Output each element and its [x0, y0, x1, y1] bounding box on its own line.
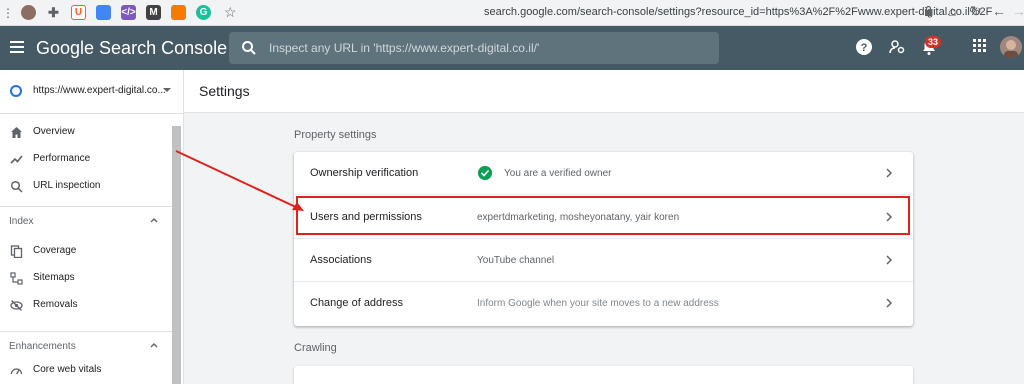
row-label: Associations: [310, 254, 372, 266]
address-bar[interactable]: search.google.com/search-console/setting…: [484, 6, 992, 18]
settings-row-associations[interactable]: Associations YouTube channel: [294, 239, 913, 282]
manage-accounts-icon[interactable]: [889, 39, 905, 55]
page-title: Settings: [199, 83, 250, 99]
extension-icon-code[interactable]: </>: [121, 5, 136, 20]
sidebar-item-overview[interactable]: Overview: [0, 119, 172, 146]
section-label: Enhancements: [9, 341, 76, 352]
home-icon[interactable]: ⌂: [948, 3, 956, 19]
section-label: Index: [9, 216, 34, 227]
sidebar-item-label: Core web vitals: [33, 364, 102, 375]
row-label: Ownership verification: [310, 167, 419, 179]
reload-icon[interactable]: ↻: [970, 3, 982, 20]
copy-icon: [10, 245, 23, 258]
sidebar-item-label: Performance: [33, 153, 91, 164]
enhancements-section-header[interactable]: Enhancements: [0, 331, 172, 357]
sidebar: https://www.expert-digital.co... Overvie…: [0, 70, 184, 384]
chevron-right-icon: [886, 255, 893, 265]
crawling-card: [294, 366, 913, 384]
grammarly-extension-icon[interactable]: G: [196, 5, 211, 20]
property-icon: [10, 85, 22, 97]
trending-up-icon: [10, 155, 23, 164]
property-settings-heading: Property settings: [294, 129, 377, 141]
svg-text:?: ?: [861, 42, 868, 54]
page-header: Settings: [184, 70, 1024, 113]
app-title[interactable]: Google Search Console: [36, 38, 227, 59]
apps-grid-icon[interactable]: [973, 39, 987, 53]
check-circle-icon: [478, 166, 492, 180]
help-icon[interactable]: ?: [856, 39, 872, 55]
chevron-down-icon: [163, 88, 171, 92]
visibility-off-icon: [10, 300, 23, 311]
bookmark-star-icon[interactable]: ☆: [224, 4, 237, 21]
extension-icon-blue[interactable]: [96, 5, 111, 20]
row-value: YouTube channel: [477, 255, 555, 266]
sitemap-icon: [10, 272, 23, 285]
sidebar-item-label: URL inspection: [33, 180, 101, 191]
app-header: Google Search Console Inspect any URL in…: [0, 26, 1024, 70]
settings-row-change-of-address[interactable]: Change of address Inform Google when you…: [294, 282, 913, 325]
settings-row-ownership[interactable]: Ownership verification You are a verifie…: [294, 152, 913, 195]
home-icon: [11, 127, 22, 138]
chevron-right-icon: [886, 298, 893, 308]
lock-icon: [925, 6, 932, 16]
sidebar-item-sitemaps[interactable]: Sitemaps: [0, 265, 172, 292]
search-icon: [242, 41, 256, 55]
sidebar-item-removals[interactable]: Removals: [0, 292, 172, 319]
annotation-highlight-box: [296, 196, 910, 235]
account-avatar[interactable]: [1000, 36, 1022, 58]
speed-icon: [10, 368, 23, 375]
sidebar-item-label: Coverage: [33, 245, 77, 256]
sidebar-scrollbar[interactable]: [172, 126, 181, 384]
chevron-right-icon: [886, 168, 893, 178]
property-selector[interactable]: https://www.expert-digital.co...: [0, 70, 184, 114]
row-value: Inform Google when your site moves to a …: [477, 298, 719, 309]
chevron-up-icon: [150, 218, 158, 223]
sidebar-item-url-inspection[interactable]: URL inspection: [0, 173, 172, 200]
crawling-heading: Crawling: [294, 342, 337, 354]
search-icon: [10, 180, 23, 193]
extension-icon-chart[interactable]: [171, 5, 186, 20]
sidebar-item-coverage[interactable]: Coverage: [0, 238, 172, 265]
extension-icon-m[interactable]: M: [146, 5, 161, 20]
sidebar-item-performance[interactable]: Performance: [0, 146, 172, 173]
back-icon[interactable]: ←: [992, 3, 1006, 19]
sidebar-item-label: Removals: [33, 299, 78, 310]
chevron-up-icon: [150, 343, 158, 348]
sidebar-item-label: Sitemaps: [33, 272, 75, 283]
menu-icon[interactable]: [10, 41, 24, 56]
index-section-header[interactable]: Index: [0, 206, 172, 232]
more-vert-icon[interactable]: ⋮: [0, 6, 16, 20]
notification-badge: 33: [925, 36, 942, 48]
ubersuggest-extension-icon[interactable]: U: [71, 5, 86, 20]
profile-avatar-icon[interactable]: [21, 5, 36, 20]
row-value: You are a verified owner: [504, 168, 612, 179]
sidebar-item-core-web-vitals[interactable]: Core web vitals: [0, 357, 172, 384]
forward-icon: →: [1012, 3, 1024, 19]
property-settings-card: Ownership verification You are a verifie…: [294, 152, 913, 326]
puzzle-extension-icon[interactable]: ✚: [46, 5, 61, 20]
url-inspection-search[interactable]: Inspect any URL in 'https://www.expert-d…: [229, 32, 719, 64]
property-url: https://www.expert-digital.co...: [33, 85, 166, 96]
browser-toolbar: ⋮ ✚ U </> M G ☆ search.google.com/search…: [0, 0, 1024, 26]
row-label: Change of address: [310, 297, 403, 309]
sidebar-item-label: Overview: [33, 126, 75, 137]
search-placeholder: Inspect any URL in 'https://www.expert-d…: [269, 41, 540, 55]
